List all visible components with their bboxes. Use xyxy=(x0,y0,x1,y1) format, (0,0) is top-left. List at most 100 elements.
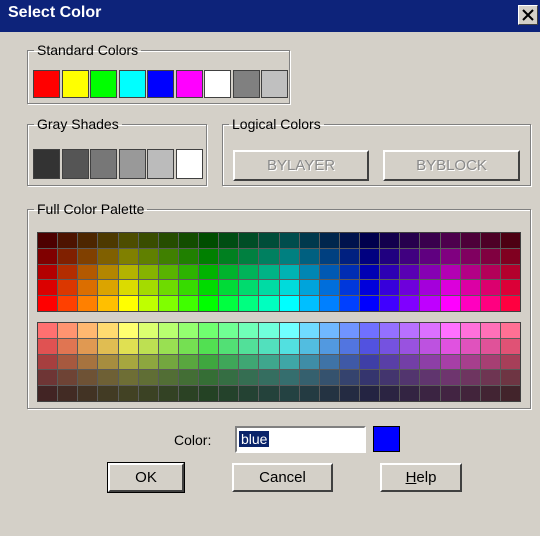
palette-cell[interactable] xyxy=(219,280,239,296)
palette-cell[interactable] xyxy=(440,233,460,248)
palette-cell[interactable] xyxy=(500,248,520,264)
palette-cell[interactable] xyxy=(380,386,400,401)
palette-cell[interactable] xyxy=(199,354,219,370)
palette-cell[interactable] xyxy=(440,264,460,280)
palette-cell[interactable] xyxy=(239,338,259,354)
palette-cell[interactable] xyxy=(98,338,118,354)
palette-cell[interactable] xyxy=(400,248,420,264)
standard-color-swatch[interactable] xyxy=(118,70,146,98)
palette-cell[interactable] xyxy=(400,354,420,370)
palette-cell[interactable] xyxy=(460,264,480,280)
palette-cell[interactable] xyxy=(138,280,158,296)
palette-cell[interactable] xyxy=(299,386,319,401)
palette-cell[interactable] xyxy=(400,233,420,248)
palette-cell[interactable] xyxy=(259,338,279,354)
palette-cell[interactable] xyxy=(400,370,420,386)
palette-cell[interactable] xyxy=(480,338,500,354)
palette-cell[interactable] xyxy=(259,264,279,280)
palette-cell[interactable] xyxy=(98,323,118,338)
palette-cell[interactable] xyxy=(199,248,219,264)
palette-cell[interactable] xyxy=(118,296,138,311)
palette-cell[interactable] xyxy=(339,338,359,354)
palette-cell[interactable] xyxy=(78,233,98,248)
palette-cell[interactable] xyxy=(460,354,480,370)
palette-cell[interactable] xyxy=(58,248,78,264)
palette-cell[interactable] xyxy=(420,296,440,311)
palette-cell[interactable] xyxy=(480,323,500,338)
palette-cell[interactable] xyxy=(158,280,178,296)
gray-shade-swatch[interactable] xyxy=(61,149,89,179)
palette-cell[interactable] xyxy=(500,370,520,386)
palette-cell[interactable] xyxy=(279,386,299,401)
palette-cell[interactable] xyxy=(239,323,259,338)
palette-cell[interactable] xyxy=(259,233,279,248)
palette-cell[interactable] xyxy=(299,323,319,338)
palette-cell[interactable] xyxy=(138,296,158,311)
palette-cell[interactable] xyxy=(460,233,480,248)
palette-cell[interactable] xyxy=(78,264,98,280)
palette-cell[interactable] xyxy=(219,296,239,311)
palette-cell[interactable] xyxy=(58,233,78,248)
palette-cell[interactable] xyxy=(118,386,138,401)
palette-cell[interactable] xyxy=(400,386,420,401)
palette-cell[interactable] xyxy=(400,323,420,338)
palette-cell[interactable] xyxy=(299,280,319,296)
palette-cell[interactable] xyxy=(319,338,339,354)
palette-cell[interactable] xyxy=(380,248,400,264)
palette-grid-saturated[interactable] xyxy=(37,232,521,312)
palette-cell[interactable] xyxy=(199,338,219,354)
palette-cell[interactable] xyxy=(158,338,178,354)
palette-cell[interactable] xyxy=(500,296,520,311)
palette-cell[interactable] xyxy=(500,354,520,370)
palette-cell[interactable] xyxy=(299,354,319,370)
palette-cell[interactable] xyxy=(319,386,339,401)
palette-cell[interactable] xyxy=(380,296,400,311)
palette-cell[interactable] xyxy=(239,248,259,264)
palette-cell[interactable] xyxy=(440,354,460,370)
palette-cell[interactable] xyxy=(219,338,239,354)
palette-cell[interactable] xyxy=(339,354,359,370)
palette-cell[interactable] xyxy=(199,386,219,401)
standard-color-swatch[interactable] xyxy=(61,70,89,98)
palette-cell[interactable] xyxy=(38,354,58,370)
palette-cell[interactable] xyxy=(319,354,339,370)
palette-cell[interactable] xyxy=(360,323,380,338)
palette-cell[interactable] xyxy=(279,370,299,386)
palette-cell[interactable] xyxy=(380,233,400,248)
palette-cell[interactable] xyxy=(239,354,259,370)
palette-cell[interactable] xyxy=(500,280,520,296)
gray-shade-swatch[interactable] xyxy=(147,149,174,179)
palette-cell[interactable] xyxy=(58,370,78,386)
palette-cell[interactable] xyxy=(178,233,198,248)
palette-cell[interactable] xyxy=(38,233,58,248)
palette-cell[interactable] xyxy=(158,233,178,248)
palette-cell[interactable] xyxy=(400,280,420,296)
palette-cell[interactable] xyxy=(239,370,259,386)
palette-cell[interactable] xyxy=(118,354,138,370)
palette-cell[interactable] xyxy=(259,248,279,264)
palette-cell[interactable] xyxy=(138,323,158,338)
palette-cell[interactable] xyxy=(199,280,219,296)
palette-cell[interactable] xyxy=(138,233,158,248)
palette-cell[interactable] xyxy=(360,354,380,370)
palette-cell[interactable] xyxy=(219,233,239,248)
palette-cell[interactable] xyxy=(58,338,78,354)
palette-cell[interactable] xyxy=(299,296,319,311)
standard-color-swatch[interactable] xyxy=(90,70,117,98)
palette-cell[interactable] xyxy=(199,296,219,311)
palette-cell[interactable] xyxy=(158,323,178,338)
palette-cell[interactable] xyxy=(339,264,359,280)
palette-cell[interactable] xyxy=(420,248,440,264)
palette-cell[interactable] xyxy=(219,264,239,280)
palette-cell[interactable] xyxy=(299,370,319,386)
palette-cell[interactable] xyxy=(239,280,259,296)
palette-cell[interactable] xyxy=(158,248,178,264)
palette-cell[interactable] xyxy=(299,233,319,248)
palette-cell[interactable] xyxy=(78,354,98,370)
palette-cell[interactable] xyxy=(500,323,520,338)
palette-cell[interactable] xyxy=(319,264,339,280)
palette-cell[interactable] xyxy=(98,370,118,386)
palette-cell[interactable] xyxy=(380,264,400,280)
standard-color-swatch[interactable] xyxy=(175,70,203,98)
palette-cell[interactable] xyxy=(420,386,440,401)
